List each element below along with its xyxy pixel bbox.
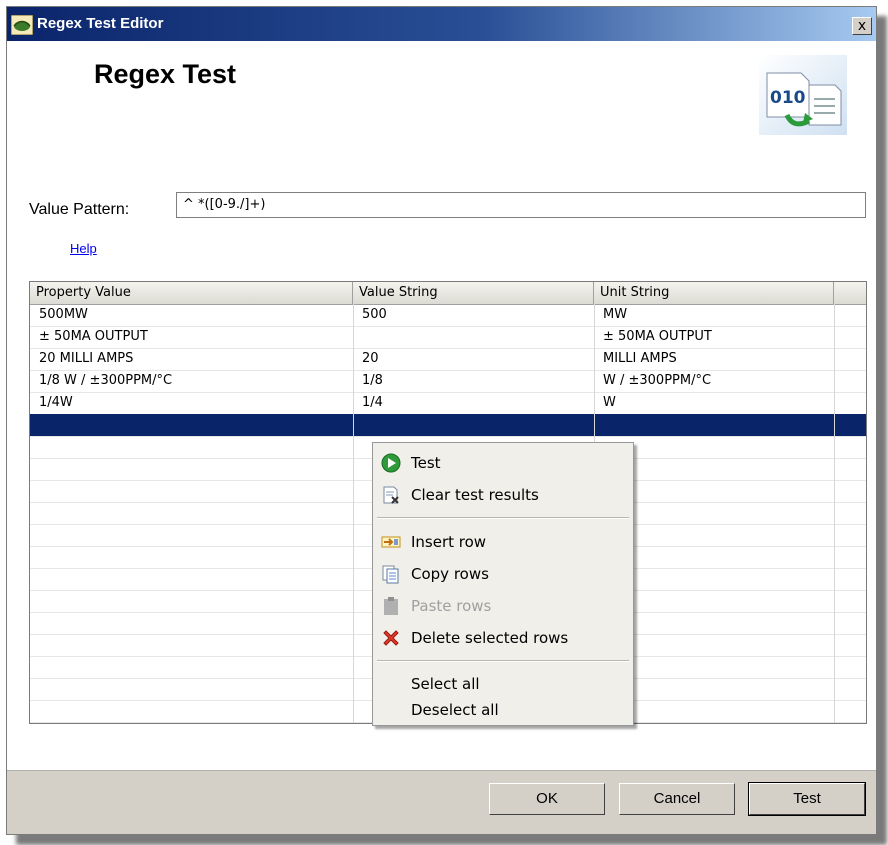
table-cell[interactable] — [30, 458, 353, 480]
table-cell[interactable]: MW — [594, 304, 834, 326]
table-cell[interactable] — [353, 326, 594, 348]
page-title: Regex Test — [94, 59, 237, 89]
menu-item-deselect-all[interactable]: Deselect all — [373, 695, 633, 725]
insert-row-icon — [381, 536, 401, 548]
table-cell[interactable] — [30, 524, 353, 546]
table-cell[interactable] — [30, 634, 353, 656]
menu-item-paste-rows[interactable]: Paste rows — [373, 591, 633, 621]
close-button[interactable]: x — [852, 17, 872, 35]
window-title: Regex Test Editor — [37, 15, 164, 32]
table-cell[interactable]: 20 MILLI AMPS — [30, 348, 353, 370]
table-cell[interactable] — [30, 502, 353, 524]
table-row[interactable]: 1/4W 1/4 W — [30, 392, 866, 415]
table-cell[interactable]: ± 50MA OUTPUT — [594, 326, 834, 348]
menu-item-copy-rows[interactable]: Copy rows — [373, 559, 633, 589]
button-bar — [7, 770, 876, 834]
table-cell[interactable]: 1/8 — [353, 370, 594, 392]
table-row[interactable]: 1/8 W / ±300PPM/°C 1/8 W / ±300PPM/°C — [30, 370, 866, 393]
table-cell[interactable]: 500MW — [30, 304, 353, 326]
test-button[interactable]: Test — [749, 783, 865, 815]
table-cell[interactable]: 1/8 W / ±300PPM/°C — [30, 370, 353, 392]
menu-item-delete-selected-rows[interactable]: Delete selected rows — [373, 623, 633, 653]
column-header-property-value[interactable]: Property Value — [30, 282, 353, 304]
play-icon — [381, 453, 401, 473]
table-cell[interactable] — [30, 612, 353, 634]
table-row[interactable]: 20 MILLI AMPS 20 MILLI AMPS — [30, 348, 866, 371]
table-header: Property Value Value String Unit String — [30, 282, 866, 305]
regex-test-editor-window: Regex Test Editor x Regex Test 010 Value… — [6, 6, 877, 835]
table-cell[interactable]: 20 — [353, 348, 594, 370]
table-cell[interactable]: W — [594, 392, 834, 414]
table-cell[interactable] — [30, 546, 353, 568]
table-row[interactable]: ± 50MA OUTPUT ± 50MA OUTPUT — [30, 326, 866, 349]
table-cell[interactable]: 1/4 — [353, 392, 594, 414]
help-link[interactable]: Help — [70, 241, 97, 256]
ok-button[interactable]: OK — [489, 783, 605, 815]
table-cell[interactable] — [30, 568, 353, 590]
value-pattern-input[interactable]: ^ *([0-9./]+) — [176, 192, 866, 218]
table-cell[interactable] — [594, 414, 834, 436]
table-cell[interactable] — [30, 480, 353, 502]
table-row[interactable]: 500MW 500 MW — [30, 304, 866, 327]
paste-icon — [384, 597, 398, 615]
table-cell[interactable]: MILLI AMPS — [594, 348, 834, 370]
table-row[interactable] — [30, 414, 866, 437]
svg-text:010: 010 — [770, 88, 806, 108]
cancel-button[interactable]: Cancel — [619, 783, 735, 815]
table-cell[interactable] — [30, 678, 353, 700]
column-header-value-string[interactable]: Value String — [353, 282, 594, 304]
context-menu: Test Clear test results Insert row Copy … — [372, 442, 634, 726]
table-cell[interactable] — [30, 414, 353, 436]
regex-test-logo-icon: 010 — [759, 55, 847, 135]
clear-icon — [383, 486, 399, 504]
menu-item-clear-test-results[interactable]: Clear test results — [373, 480, 633, 510]
copy-icon — [382, 565, 399, 584]
menu-item-insert-row[interactable]: Insert row — [373, 527, 633, 557]
close-icon: x — [857, 18, 867, 34]
table-cell[interactable]: 500 — [353, 304, 594, 326]
delete-icon — [383, 630, 399, 646]
title-bar[interactable]: Regex Test Editor x — [7, 7, 876, 41]
table-cell[interactable]: W / ±300PPM/°C — [594, 370, 834, 392]
app-icon — [11, 15, 33, 35]
value-pattern-label: Value Pattern: — [29, 201, 130, 218]
table-cell[interactable] — [30, 656, 353, 678]
table-cell[interactable]: 1/4W — [30, 392, 353, 414]
table-cell[interactable] — [30, 700, 353, 722]
table-cell[interactable] — [30, 436, 353, 458]
table-cell[interactable]: ± 50MA OUTPUT — [30, 326, 353, 348]
table-cell[interactable] — [30, 590, 353, 612]
table-cell[interactable] — [353, 414, 594, 436]
column-header-unit-string[interactable]: Unit String — [594, 282, 834, 304]
menu-item-test[interactable]: Test — [373, 448, 633, 478]
